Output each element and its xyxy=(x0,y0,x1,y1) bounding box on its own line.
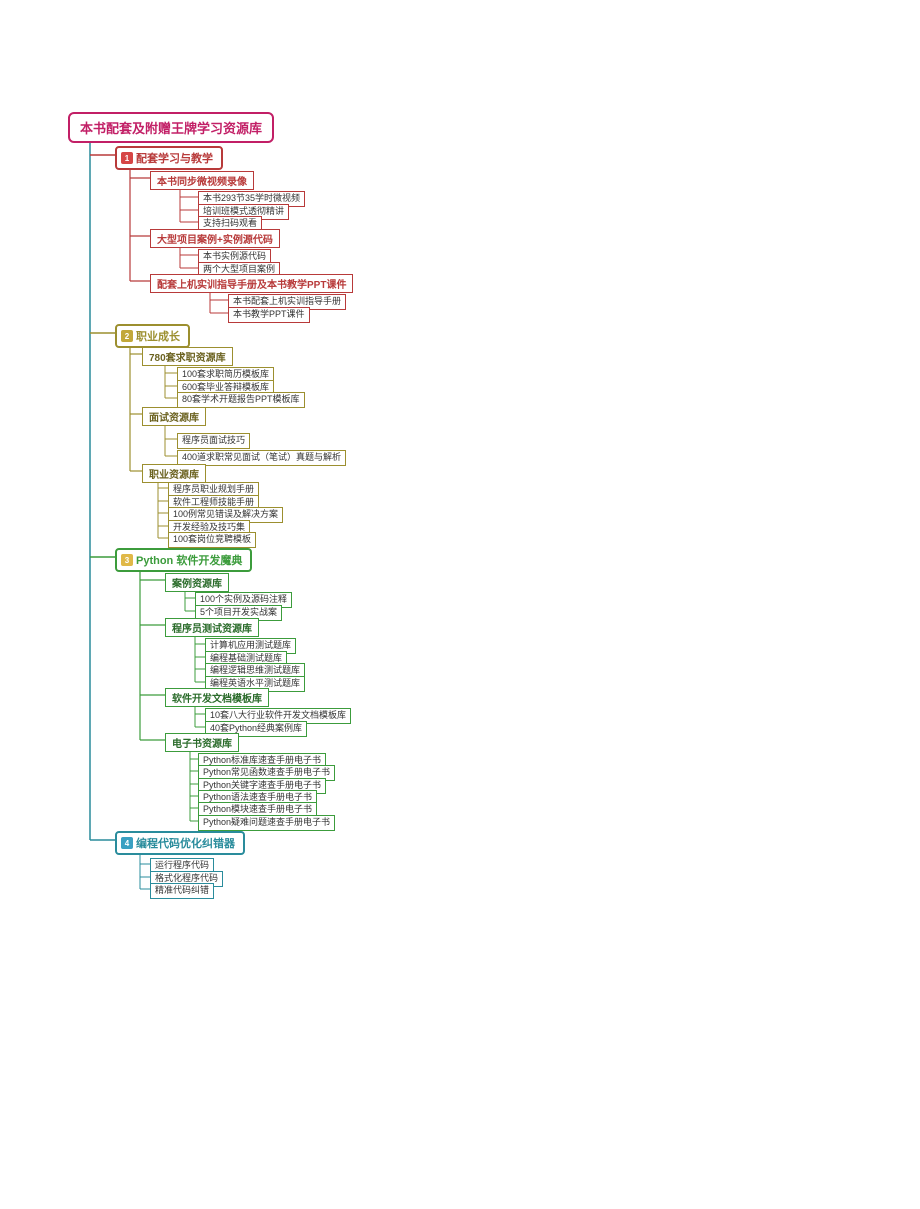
sec1-leaf: 本书教学PPT课件 xyxy=(228,307,310,323)
sec3-mid1: 案例资源库 xyxy=(165,573,229,592)
sec2-mid2: 面试资源库 xyxy=(142,407,206,426)
sec3-leaf: Python疑难问题速查手册电子书 xyxy=(198,815,335,831)
section-1-label: 配套学习与教学 xyxy=(136,150,213,166)
section-2: 2 职业成长 xyxy=(115,324,190,348)
sec2-leaf: 100套岗位竞聘模板 xyxy=(168,532,256,548)
sec1-mid3: 配套上机实训指导手册及本书教学PPT课件 xyxy=(150,274,353,293)
section-4-label: 编程代码优化纠错器 xyxy=(136,835,235,851)
connector-lines xyxy=(0,0,920,1209)
sec2-mid3: 职业资源库 xyxy=(142,464,206,483)
sec2-mid1: 780套求职资源库 xyxy=(142,347,233,366)
sec3-mid4: 电子书资源库 xyxy=(165,733,239,752)
badge-2: 2 xyxy=(121,330,133,342)
sec1-mid2: 大型项目案例+实例源代码 xyxy=(150,229,280,248)
sec2-leaf: 80套学术开题报告PPT模板库 xyxy=(177,392,305,408)
section-2-label: 职业成长 xyxy=(136,328,180,344)
badge-1: 1 xyxy=(121,152,133,164)
sec3-mid3: 软件开发文档模板库 xyxy=(165,688,269,707)
badge-3: 3 xyxy=(121,554,133,566)
section-3-label: Python 软件开发魔典 xyxy=(136,552,242,568)
sec2-leaf: 程序员面试技巧 xyxy=(177,433,250,449)
sec4-leaf: 精准代码纠错 xyxy=(150,883,214,899)
root-node: 本书配套及附赠王牌学习资源库 xyxy=(68,112,274,143)
section-3: 3 Python 软件开发魔典 xyxy=(115,548,252,572)
section-4: 4 编程代码优化纠错器 xyxy=(115,831,245,855)
section-1: 1 配套学习与教学 xyxy=(115,146,223,170)
sec3-mid2: 程序员测试资源库 xyxy=(165,618,259,637)
badge-4: 4 xyxy=(121,837,133,849)
sec1-mid1: 本书同步微视频录像 xyxy=(150,171,254,190)
